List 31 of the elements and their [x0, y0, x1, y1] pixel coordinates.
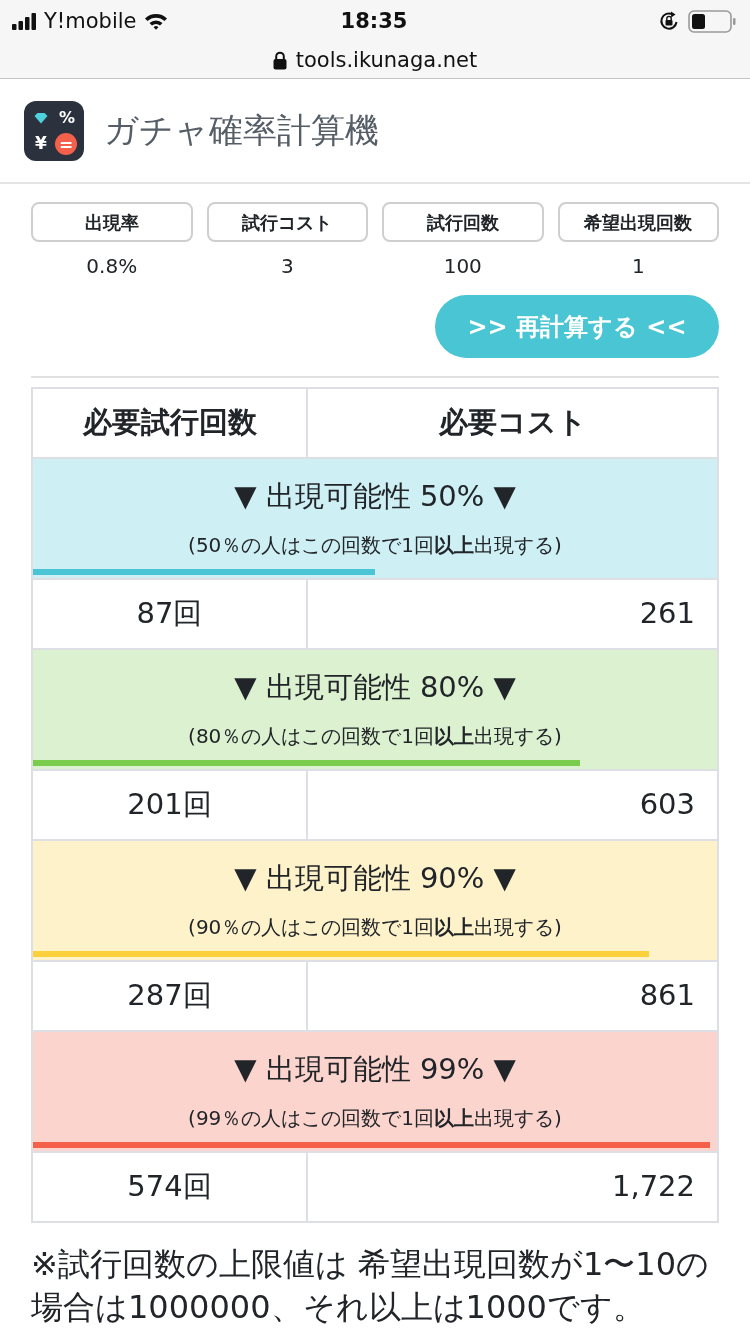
probability-title: ▼ 出現可能性 99% ▼: [234, 1051, 516, 1088]
probability-title: ▼ 出現可能性 80% ▼: [234, 669, 516, 706]
input-value: 100: [442, 254, 483, 278]
rotation-lock-icon: [658, 10, 680, 32]
input-label: 試行コスト: [206, 202, 368, 242]
input-label: 希望出現回数: [557, 202, 719, 242]
probability-description: (50％の人はこの回数で1回以上出現する): [188, 532, 562, 559]
input-value: 0.8%: [85, 254, 139, 278]
url-text[interactable]: tools.ikunaga.net: [295, 49, 478, 71]
probability-description: (99％の人はこの回数で1回以上出現する): [188, 1105, 562, 1132]
trials-cell: 574回: [32, 1152, 307, 1222]
probability-description: (80％の人はこの回数で1回以上出現する): [188, 723, 562, 750]
cost-cell: 1,722: [307, 1152, 718, 1222]
signal-icon: [12, 12, 36, 30]
input-label: 出現率: [31, 202, 193, 242]
column-header: 必要コスト: [307, 388, 718, 458]
app-title: ガチャ確率計算機: [104, 110, 379, 151]
probability-title: ▼ 出現可能性 50% ▼: [234, 478, 516, 515]
calculator-logo-icon: % ¥ =: [24, 100, 84, 161]
battery-icon: [688, 9, 736, 33]
column-header: 必要試行回数: [32, 388, 307, 458]
note-text: ※試行回数の上限値は 希望出現回数が1〜10の場合は1000000、それ以上は1000です。: [31, 1244, 711, 1328]
carrier-name: Y!mobile: [44, 10, 137, 32]
input-label: 試行回数: [382, 202, 544, 242]
wifi-icon: [144, 12, 169, 30]
probability-description: (90％の人はこの回数で1回以上出現する): [188, 914, 562, 941]
probability-title: ▼ 出現可能性 90% ▼: [234, 860, 516, 897]
status-time: 18:35: [340, 10, 408, 32]
input-value: 1: [630, 254, 646, 278]
lock-icon: [272, 50, 287, 70]
input-value: 3: [279, 254, 295, 278]
